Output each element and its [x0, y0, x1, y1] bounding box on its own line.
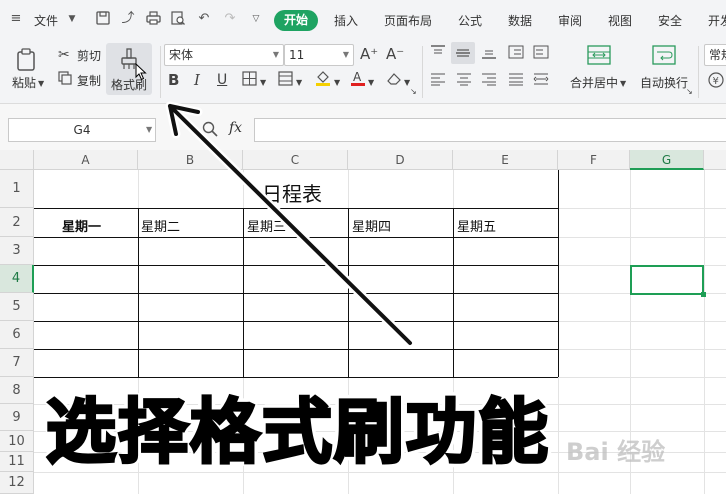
tutorial-caption: 选择格式刷功能 [45, 390, 550, 475]
baidu-jingyan-watermark: Bai 经验 [566, 438, 666, 466]
